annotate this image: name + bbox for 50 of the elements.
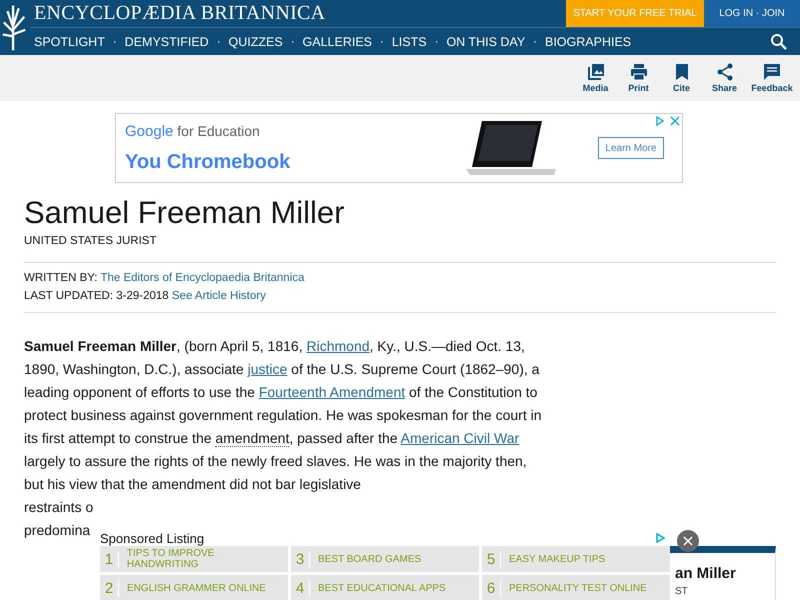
nav-link[interactable]: LISTS xyxy=(392,34,427,48)
nav-separator: · xyxy=(216,34,221,48)
images-icon xyxy=(586,63,604,81)
ad-choices-icon[interactable] xyxy=(656,533,666,543)
meta-label: WRITTEN BY: xyxy=(24,272,98,284)
brand-name[interactable]: ENCYCLOPÆDIA BRITANNICA xyxy=(34,2,326,25)
nav-link[interactable]: GALLERIES xyxy=(302,34,372,48)
tool-button[interactable]: Print xyxy=(617,55,660,101)
card-subtitle: ST xyxy=(675,586,689,597)
tool-button[interactable]: Feedback xyxy=(746,55,798,101)
article-text: predomina xyxy=(24,521,90,540)
google-logo: Google xyxy=(125,122,174,140)
card-title: an Miller xyxy=(675,565,737,582)
sponsored-title: Sponsored Listing xyxy=(100,530,204,546)
article-link[interactable]: Fourteenth Amendment xyxy=(258,384,406,400)
history-link[interactable]: See Article History xyxy=(172,290,266,302)
article-link[interactable]: justice xyxy=(248,361,288,377)
share-icon xyxy=(716,63,734,81)
article-link[interactable]: American Civil War xyxy=(400,430,520,446)
search-icon[interactable] xyxy=(770,32,788,50)
close-button[interactable] xyxy=(677,530,699,552)
meta-label: LAST UPDATED: 3-29-2018 xyxy=(24,290,169,302)
article-subtitle: UNITED STATES JURIST xyxy=(24,235,158,247)
ad-banner[interactable]: Google for Education You Chromebook Learn More xyxy=(115,113,683,183)
nav-separator: · xyxy=(112,34,117,48)
author-link[interactable]: The Editors of Encyclopaedia Britannica xyxy=(100,272,304,284)
nav-link[interactable]: ON THIS DAY xyxy=(446,34,526,48)
chat-icon xyxy=(763,63,781,81)
nav-separator: · xyxy=(380,34,384,48)
nav-separator: · xyxy=(290,34,295,48)
tool-button[interactable]: Media xyxy=(574,55,617,101)
nav-separator: · xyxy=(434,34,438,48)
article-title: Samuel Freeman Miller xyxy=(24,195,346,232)
login-button[interactable]: LOG IN · JOIN xyxy=(704,0,800,27)
tool-button[interactable]: Share xyxy=(703,55,746,101)
nav-link[interactable]: QUIZZES xyxy=(228,34,283,48)
close-icon xyxy=(683,536,693,546)
nav-link[interactable]: SPOTLIGHT xyxy=(34,34,105,48)
tool-button[interactable]: Cite xyxy=(660,55,703,101)
glossary-term[interactable]: amendment xyxy=(215,430,290,447)
ad-brand-text: for Education xyxy=(177,122,260,138)
ad-choices-icon[interactable] xyxy=(656,116,680,126)
nav-link[interactable]: BIOGRAPHIES xyxy=(544,34,632,48)
article-text: restraints o xyxy=(24,498,94,517)
learn-more-button[interactable]: Learn More xyxy=(598,137,664,159)
nav-separator: · xyxy=(533,34,537,48)
nav-link[interactable]: DEMYSTIFIED xyxy=(124,34,209,48)
article-link[interactable]: Richmond xyxy=(306,338,370,354)
ad-headline: You Chromebook xyxy=(125,150,292,174)
print-icon xyxy=(630,63,648,81)
